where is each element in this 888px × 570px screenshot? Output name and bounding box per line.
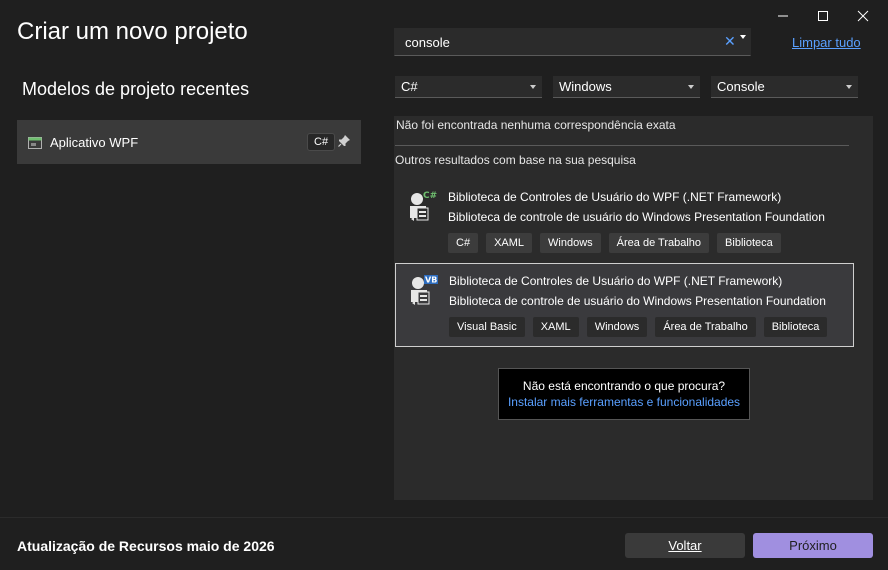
- project-type-filter-value: Console: [717, 79, 765, 94]
- next-button-label: Próximo: [789, 538, 837, 553]
- next-button[interactable]: Próximo: [753, 533, 873, 558]
- install-more-tools-link[interactable]: Instalar mais ferramentas e funcionalida…: [499, 395, 749, 409]
- recent-templates-heading: Modelos de projeto recentes: [22, 79, 250, 99]
- clear-search-icon[interactable]: ✕: [724, 33, 736, 50]
- svg-text:VB: VB: [425, 276, 437, 285]
- template-title: Biblioteca de Controles de Usuário do WP…: [449, 274, 783, 288]
- language-badge: C#: [307, 133, 336, 151]
- template-tags: C# XAML Windows Área de Trabalho Bibliot…: [448, 233, 781, 253]
- back-button-label: Voltar: [668, 538, 702, 553]
- platform-filter[interactable]: Windows: [553, 76, 700, 98]
- close-icon[interactable]: [848, 6, 878, 26]
- search-history-chevron-icon[interactable]: [740, 35, 746, 39]
- language-filter[interactable]: C#: [395, 76, 542, 98]
- chevron-down-icon: [530, 85, 536, 89]
- language-filter-value: C#: [401, 79, 418, 94]
- minimize-icon[interactable]: [768, 6, 798, 26]
- pin-icon[interactable]: [337, 134, 351, 148]
- tag: Windows: [586, 317, 648, 337]
- tag: Windows: [540, 233, 601, 253]
- page-title: Criar um novo projeto: [17, 18, 248, 45]
- tag: Área de Trabalho: [655, 317, 756, 337]
- template-tags: Visual Basic XAML Windows Área de Trabal…: [449, 317, 828, 337]
- not-finding-question: Não está encontrando o que procura?: [522, 379, 726, 393]
- template-description: Biblioteca de controle de usuário do Win…: [448, 210, 825, 224]
- template-card[interactable]: C# Biblioteca de Controles de Usuário do…: [395, 180, 854, 262]
- feature-update-text: Atualização de Recursos maio de 2026: [17, 538, 275, 554]
- tag: Biblioteca: [717, 233, 781, 253]
- other-results-heading: Outros resultados com base na sua pesqui…: [395, 153, 636, 167]
- recent-template-label: Aplicativo WPF: [50, 134, 139, 150]
- chevron-down-icon: [846, 85, 852, 89]
- search-input[interactable]: [403, 33, 707, 51]
- search-box: ✕: [394, 28, 751, 56]
- user-control-library-icon: C#: [408, 190, 438, 222]
- no-match-text: Não foi encontrada nenhuma correspondênc…: [396, 118, 676, 132]
- tag: Área de Trabalho: [608, 233, 710, 253]
- chevron-down-icon: [688, 85, 694, 89]
- user-control-library-icon: VB: [409, 274, 439, 306]
- svg-text:C#: C#: [423, 191, 437, 201]
- not-finding-box: Não está encontrando o que procura? Inst…: [498, 368, 750, 420]
- tag: XAML: [532, 317, 579, 337]
- template-description: Biblioteca de controle de usuário do Win…: [449, 294, 826, 308]
- template-card-selected[interactable]: VB Biblioteca de Controles de Usuário do…: [395, 263, 854, 347]
- footer-divider: [0, 517, 888, 518]
- tag: C#: [448, 233, 479, 253]
- platform-filter-value: Windows: [559, 79, 612, 94]
- tag: XAML: [486, 233, 533, 253]
- divider: [395, 145, 849, 146]
- back-button[interactable]: Voltar: [625, 533, 745, 558]
- template-title: Biblioteca de Controles de Usuário do WP…: [448, 190, 782, 204]
- tag: Biblioteca: [763, 317, 828, 337]
- tag: Visual Basic: [449, 317, 525, 337]
- maximize-icon[interactable]: [808, 6, 838, 26]
- wpf-app-icon: [28, 136, 42, 149]
- clear-all-link[interactable]: Limpar tudo: [792, 35, 861, 50]
- recent-template-item[interactable]: Aplicativo WPF C#: [17, 120, 361, 164]
- project-type-filter[interactable]: Console: [711, 76, 858, 98]
